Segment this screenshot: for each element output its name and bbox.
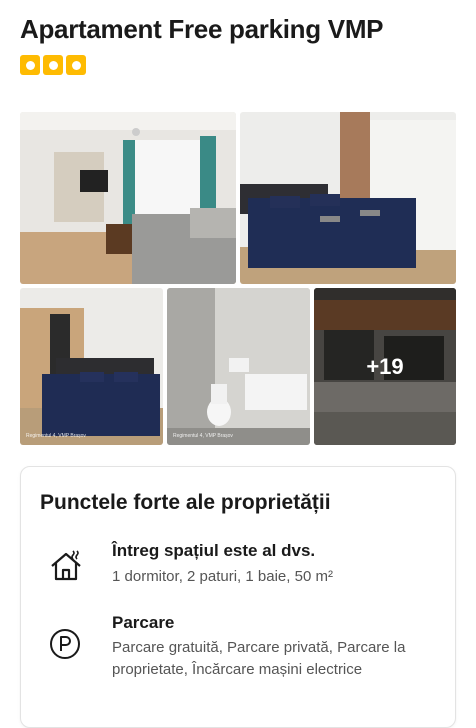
highlight-name: Parcare [112, 613, 175, 632]
parking-icon [49, 628, 81, 665]
highlight-description: 1 dormitor, 2 paturi, 1 baie, 50 m² [112, 568, 333, 585]
highlight-item-parking: Parcare Parcare gratuită, Parcare privat… [21, 613, 455, 683]
rating-square-icon [20, 55, 40, 75]
highlights-title: Punctele forte ale proprietății [40, 491, 331, 514]
highlight-description: Parcare gratuită, Parcare privată, Parca… [112, 639, 406, 678]
rating-square-icon [43, 55, 63, 75]
gallery-photo-bedroom-wardrobe[interactable]: Regimentul 4, VMP Brașov [20, 288, 163, 445]
gallery-photo-bathroom[interactable]: Regimentul 4, VMP Brașov [167, 288, 310, 445]
gallery-photo-exterior[interactable]: +19 [314, 288, 456, 445]
rating-square-icon [66, 55, 86, 75]
gallery-photo-living-room[interactable] [20, 112, 236, 284]
more-photos-overlay[interactable]: +19 [314, 288, 456, 445]
highlight-item-entire-place: Întreg spațiul este al dvs. 1 dormitor, … [21, 541, 455, 593]
rating-stars [20, 55, 86, 75]
photo-watermark: Regimentul 4, VMP Brașov [173, 433, 233, 439]
gallery-photo-bedroom[interactable] [240, 112, 456, 284]
house-icon [49, 549, 83, 588]
highlight-name: Întreg spațiul este al dvs. [112, 541, 316, 560]
property-highlights-card: Punctele forte ale proprietății Întreg s… [20, 466, 456, 728]
property-title: Apartament Free parking VMP [20, 14, 384, 44]
photo-watermark: Regimentul 4, VMP Brașov [26, 433, 86, 439]
